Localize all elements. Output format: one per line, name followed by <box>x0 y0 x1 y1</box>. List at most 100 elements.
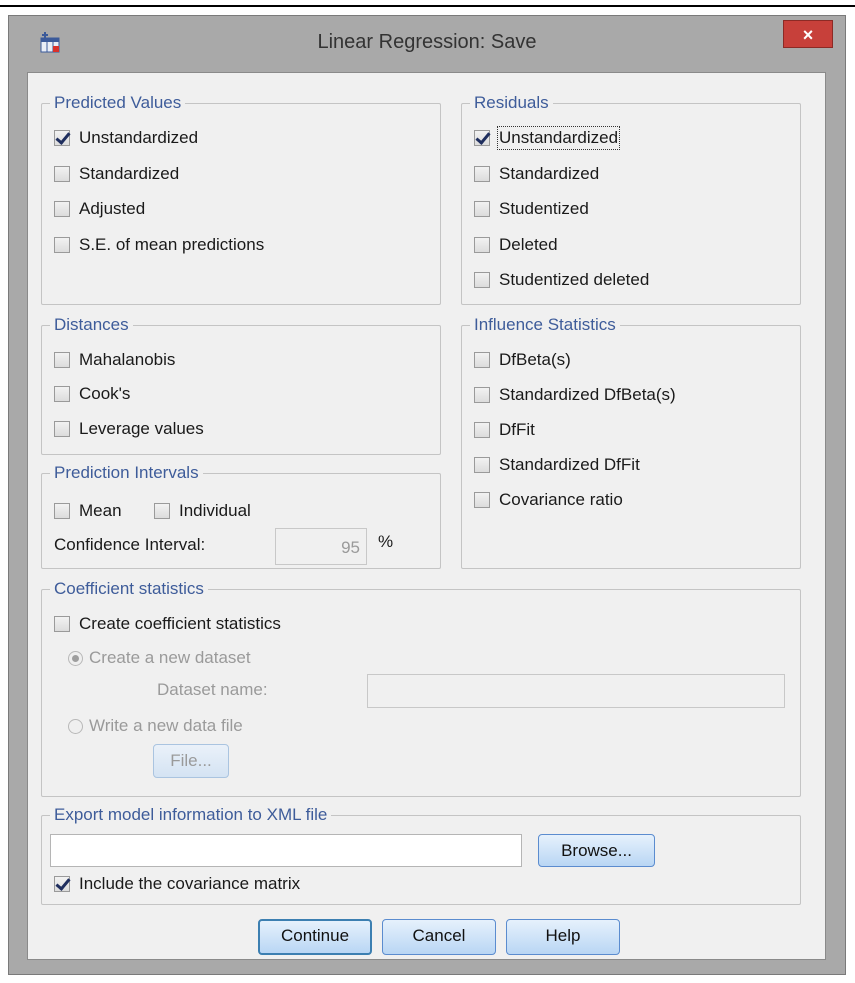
checkbox-box[interactable] <box>474 130 490 146</box>
title-bar[interactable]: Linear Regression: Save × <box>9 16 845 72</box>
write-new-data-file-radio[interactable]: Write a new data file <box>68 715 243 737</box>
checkbox-box[interactable] <box>54 386 70 402</box>
top-rule <box>0 5 855 7</box>
radio-circle[interactable] <box>68 718 83 734</box>
radio-label: Create a new dataset <box>89 648 251 667</box>
checkbox-label: Unstandardized <box>496 126 621 150</box>
create-coefficient-statistics-checkbox[interactable]: Create coefficient statistics <box>54 613 281 635</box>
checkbox-label: S.E. of mean predictions <box>79 235 265 254</box>
group-legend: Influence Statistics <box>470 315 620 335</box>
confidence-interval-label: Confidence Interval: <box>54 535 206 554</box>
checkbox-box[interactable] <box>474 352 490 368</box>
continue-button[interactable]: Continue <box>258 919 372 955</box>
predicted-standardized-checkbox[interactable]: Standardized <box>54 163 179 185</box>
checkbox-label: Include the covariance matrix <box>79 874 301 893</box>
checkbox-box[interactable] <box>54 166 70 182</box>
group-legend: Residuals <box>470 93 553 113</box>
checkbox-label: Individual <box>179 501 251 520</box>
checkbox-label: Covariance ratio <box>499 490 623 509</box>
dataset-name-input[interactable] <box>367 674 785 708</box>
influence-covariance-ratio-checkbox[interactable]: Covariance ratio <box>474 489 623 511</box>
interval-individual-checkbox[interactable]: Individual <box>154 500 251 522</box>
percent-label: % <box>378 532 394 551</box>
checkbox-box[interactable] <box>54 616 70 632</box>
help-button[interactable]: Help <box>506 919 620 955</box>
residual-studentized-deleted-checkbox[interactable]: Studentized deleted <box>474 269 649 291</box>
distance-leverage-checkbox[interactable]: Leverage values <box>54 418 204 440</box>
predicted-se-mean-checkbox[interactable]: S.E. of mean predictions <box>54 234 264 256</box>
checkbox-label: Unstandardized <box>79 128 199 147</box>
group-legend: Prediction Intervals <box>50 463 203 483</box>
residual-standardized-checkbox[interactable]: Standardized <box>474 163 599 185</box>
checkbox-label: Mahalanobis <box>79 350 176 369</box>
checkbox-box[interactable] <box>54 421 70 437</box>
group-legend: Predicted Values <box>50 93 186 113</box>
influence-standardized-dffit-checkbox[interactable]: Standardized DfFit <box>474 454 640 476</box>
checkbox-label: Standardized <box>79 164 180 183</box>
predicted-adjusted-checkbox[interactable]: Adjusted <box>54 198 145 220</box>
checkbox-box[interactable] <box>474 387 490 403</box>
checkbox-label: Leverage values <box>79 419 204 438</box>
checkbox-label: Mean <box>79 501 122 520</box>
residuals-group: Residuals Unstandardized Standardized St… <box>461 93 801 305</box>
close-button[interactable]: × <box>783 20 833 48</box>
distances-group: Distances Mahalanobis Cook's Leverage va… <box>41 315 441 455</box>
residual-deleted-checkbox[interactable]: Deleted <box>474 234 558 256</box>
checkbox-box[interactable] <box>474 492 490 508</box>
influence-standardized-dfbeta-checkbox[interactable]: Standardized DfBeta(s) <box>474 384 676 406</box>
predicted-values-group: Predicted Values Unstandardized Standard… <box>41 93 441 305</box>
dialog-window: Linear Regression: Save × Predicted Valu… <box>8 15 846 975</box>
checkbox-label: Studentized deleted <box>499 270 650 289</box>
file-button[interactable]: File... <box>153 744 229 778</box>
group-legend: Export model information to XML file <box>50 805 332 825</box>
checkbox-label: Studentized <box>499 199 589 218</box>
checkbox-box[interactable] <box>154 503 170 519</box>
coefficient-statistics-group: Coefficient statistics Create coefficien… <box>41 579 801 797</box>
checkbox-label: Deleted <box>499 235 558 254</box>
dataset-name-label: Dataset name: <box>157 680 268 699</box>
checkbox-label: Create coefficient statistics <box>79 614 281 633</box>
cancel-button[interactable]: Cancel <box>382 919 496 955</box>
checkbox-box[interactable] <box>54 352 70 368</box>
browse-button[interactable]: Browse... <box>538 834 655 867</box>
interval-mean-checkbox[interactable]: Mean <box>54 500 122 522</box>
window-title: Linear Regression: Save <box>317 31 537 53</box>
dialog-body: Predicted Values Unstandardized Standard… <box>27 72 826 960</box>
checkbox-box[interactable] <box>474 237 490 253</box>
prediction-intervals-group: Prediction Intervals Mean Individual Con… <box>41 463 441 569</box>
checkbox-label: Standardized <box>499 164 600 183</box>
predicted-unstandardized-checkbox[interactable]: Unstandardized <box>54 127 198 149</box>
distance-mahalanobis-checkbox[interactable]: Mahalanobis <box>54 349 175 371</box>
checkbox-label: DfFit <box>499 420 535 439</box>
xml-file-path-input[interactable] <box>50 834 522 867</box>
checkbox-box[interactable] <box>474 201 490 217</box>
radio-label: Write a new data file <box>89 716 243 735</box>
checkbox-box[interactable] <box>54 130 70 146</box>
influence-dffit-checkbox[interactable]: DfFit <box>474 419 535 441</box>
residual-unstandardized-checkbox[interactable]: Unstandardized <box>474 126 621 150</box>
group-legend: Distances <box>50 315 133 335</box>
include-covariance-checkbox[interactable]: Include the covariance matrix <box>54 873 300 895</box>
export-xml-group: Export model information to XML file Bro… <box>41 805 801 905</box>
distance-cooks-checkbox[interactable]: Cook's <box>54 383 130 405</box>
confidence-interval-input[interactable]: 95 <box>275 528 367 565</box>
checkbox-box[interactable] <box>54 237 70 253</box>
checkbox-label: Cook's <box>79 384 131 403</box>
influence-dfbeta-checkbox[interactable]: DfBeta(s) <box>474 349 571 371</box>
checkbox-box[interactable] <box>474 166 490 182</box>
checkbox-label: DfBeta(s) <box>499 350 571 369</box>
group-legend: Coefficient statistics <box>50 579 208 599</box>
checkbox-box[interactable] <box>54 503 70 519</box>
influence-statistics-group: Influence Statistics DfBeta(s) Standardi… <box>461 315 801 569</box>
checkbox-box[interactable] <box>474 422 490 438</box>
radio-circle[interactable] <box>68 650 83 666</box>
checkbox-box[interactable] <box>474 272 490 288</box>
checkbox-box[interactable] <box>54 876 70 892</box>
checkbox-label: Adjusted <box>79 199 146 218</box>
checkbox-box[interactable] <box>474 457 490 473</box>
residual-studentized-checkbox[interactable]: Studentized <box>474 198 589 220</box>
checkbox-box[interactable] <box>54 201 70 217</box>
create-new-dataset-radio[interactable]: Create a new dataset <box>68 647 251 669</box>
checkbox-label: Standardized DfBeta(s) <box>499 385 676 404</box>
checkbox-label: Standardized DfFit <box>499 455 640 474</box>
